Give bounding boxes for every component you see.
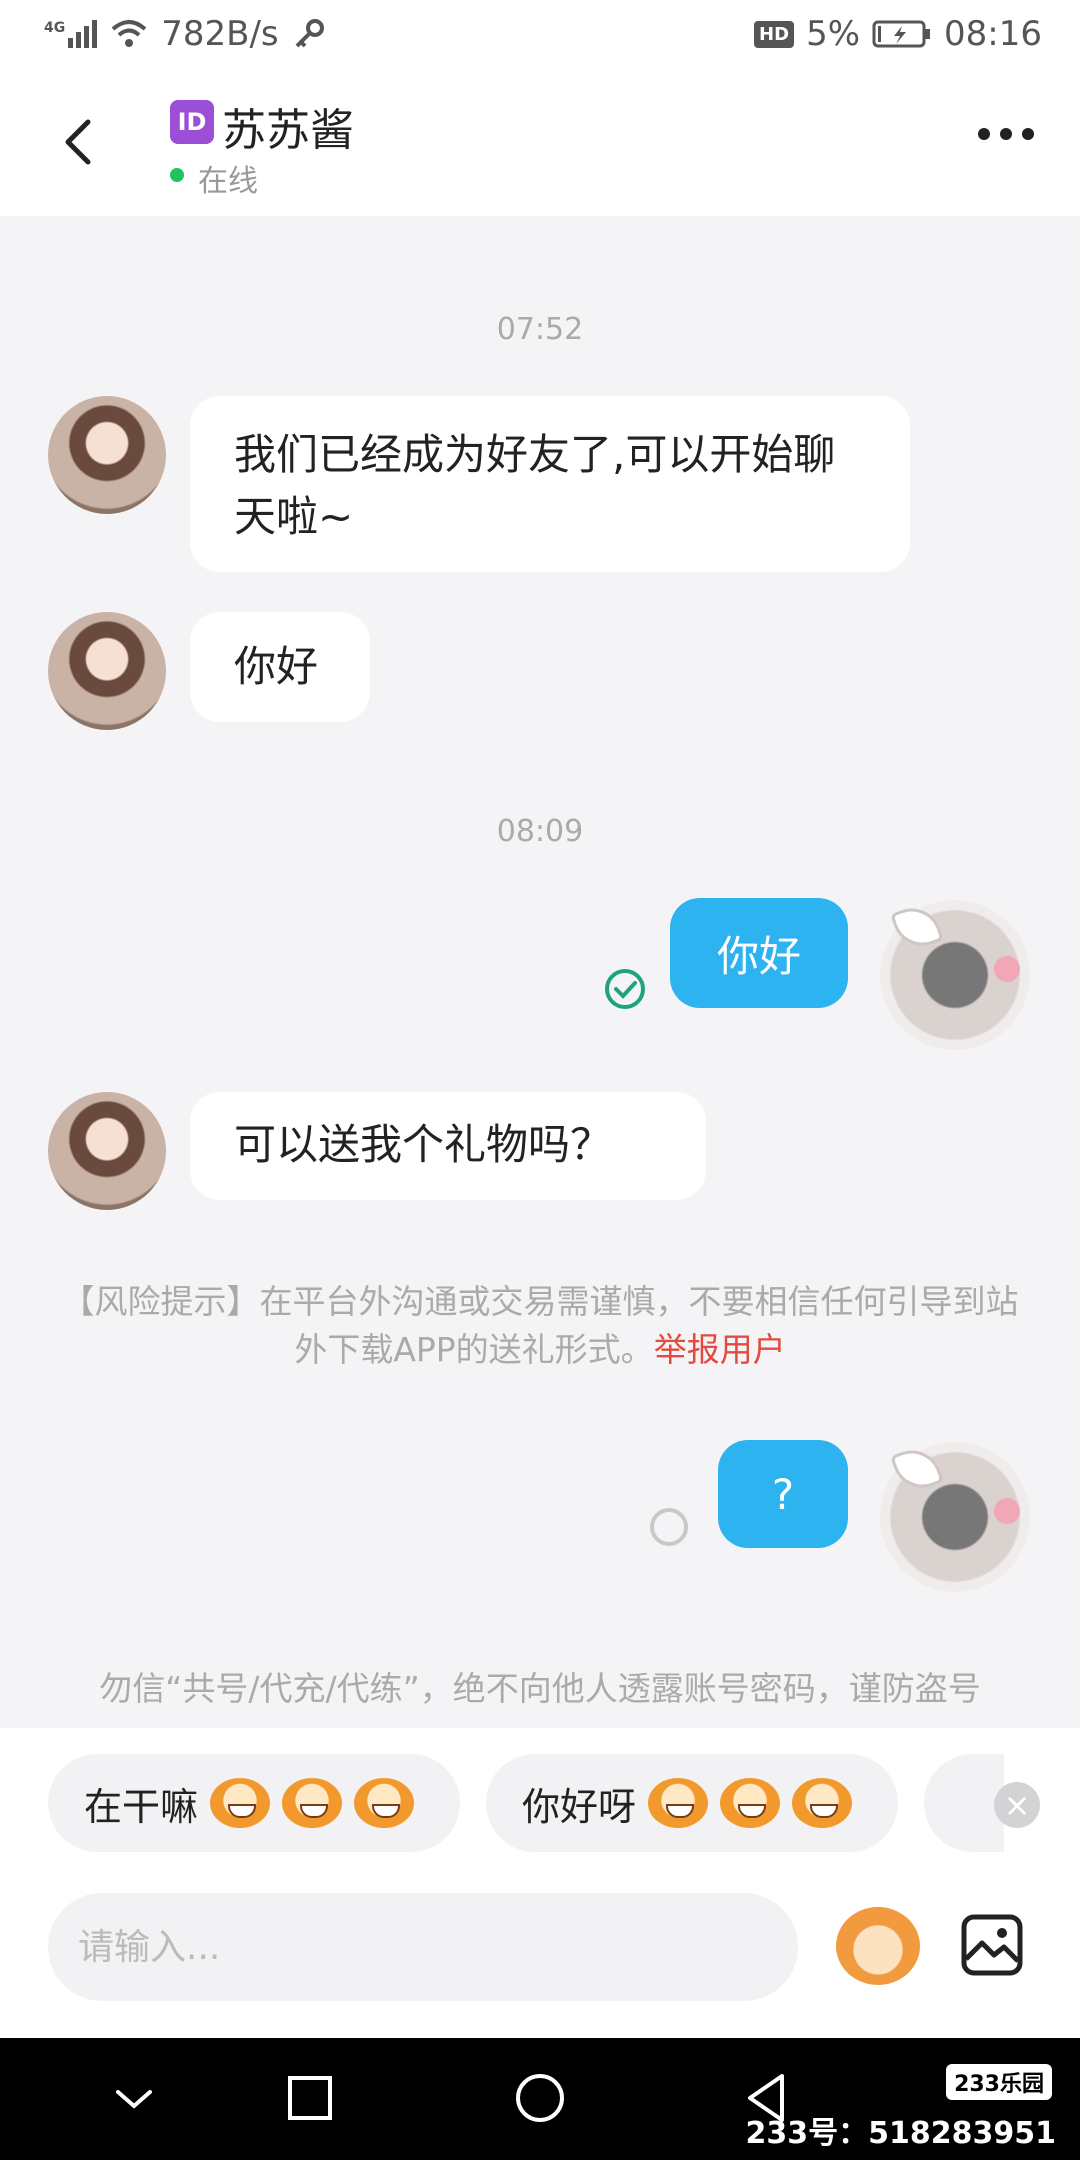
online-status-dot [170, 168, 184, 182]
sending-status-icon [650, 1508, 688, 1546]
risk-warning: 【风险提示】在平台外沟通或交易需谨慎，不要相信任何引导到站外下载APP的送礼形式… [60, 1278, 1020, 1374]
quick-reply-chip[interactable]: 你好呀 [486, 1754, 898, 1852]
quick-reply-chip[interactable]: 在干嘛 [48, 1754, 460, 1852]
contact-avatar[interactable] [48, 1092, 166, 1210]
smile-emoji-icon [720, 1778, 781, 1828]
message-bubble-sent[interactable]: 你好 [670, 898, 848, 1008]
contact-avatar[interactable] [48, 396, 166, 514]
status-bar: 4G 782B/s HD 5% 08:16 [0, 0, 1080, 72]
recent-apps-icon[interactable] [280, 2068, 340, 2128]
message-bubble-received[interactable]: 你好 [190, 612, 370, 722]
quick-reply-bar: 在干嘛 你好呀 [0, 1728, 1080, 1853]
message-bubble-received[interactable]: 我们已经成为好友了,可以开始聊天啦~ [190, 396, 910, 572]
battery-percent: 5% [806, 14, 861, 54]
back-icon[interactable] [50, 112, 110, 172]
chevron-down-icon[interactable] [104, 2068, 164, 2128]
online-status-text: 在线 [198, 164, 258, 199]
home-icon[interactable] [510, 2068, 570, 2128]
grin-emoji-icon [210, 1778, 271, 1828]
battery-charging-icon [872, 20, 931, 48]
more-options-icon[interactable] [978, 128, 1034, 140]
chat-header: ID 苏苏酱 在线 [0, 72, 1080, 216]
message-input[interactable] [48, 1893, 798, 2001]
quick-reply-text: 你好呀 [522, 1784, 637, 1829]
contact-name[interactable]: 苏苏酱 [222, 94, 354, 158]
wifi-icon [111, 20, 147, 47]
system-nav-bar: 233乐园 233号：518283951 [0, 2038, 1080, 2160]
key-icon [295, 19, 324, 48]
message-bubble-received[interactable]: 可以送我个礼物吗？ [190, 1092, 706, 1200]
close-quick-replies-icon[interactable]: × [994, 1782, 1040, 1828]
message-bubble-sent[interactable]: ? [718, 1440, 848, 1548]
read-check-icon [605, 969, 645, 1009]
smile-emoji-icon [648, 1778, 709, 1828]
image-icon[interactable] [960, 1913, 1024, 1977]
my-avatar[interactable] [880, 1442, 1030, 1592]
id-badge: ID [170, 100, 214, 144]
emoji-mascot-icon[interactable] [836, 1907, 920, 1985]
timestamp: 08:09 [496, 814, 584, 849]
account-security-warning: 勿信“共号/代充/代练”，绝不向他人透露账号密码，谨防盗号 [99, 1669, 981, 1708]
signal-icon: 4G [44, 20, 98, 48]
quick-reply-text: 在干嘛 [84, 1784, 199, 1829]
grin-emoji-icon [282, 1778, 343, 1828]
timestamp: 07:52 [496, 312, 584, 347]
watermark-logo: 233乐园 [946, 2064, 1052, 2100]
watermark-text: 233号：518283951 [745, 2116, 1057, 2151]
network-speed: 782B/s [161, 14, 279, 54]
smile-emoji-icon [792, 1778, 853, 1828]
report-user-link[interactable]: 举报用户 [654, 1330, 786, 1369]
grin-emoji-icon [354, 1778, 415, 1828]
my-avatar[interactable] [880, 900, 1030, 1050]
clock: 08:16 [944, 14, 1042, 54]
input-bar [0, 1853, 1080, 2038]
contact-avatar[interactable] [48, 612, 166, 730]
hd-badge: HD [754, 20, 795, 48]
risk-warning-text: 【风险提示】在平台外沟通或交易需谨慎，不要相信任何引导到站外下载APP的送礼形式… [61, 1282, 1019, 1369]
